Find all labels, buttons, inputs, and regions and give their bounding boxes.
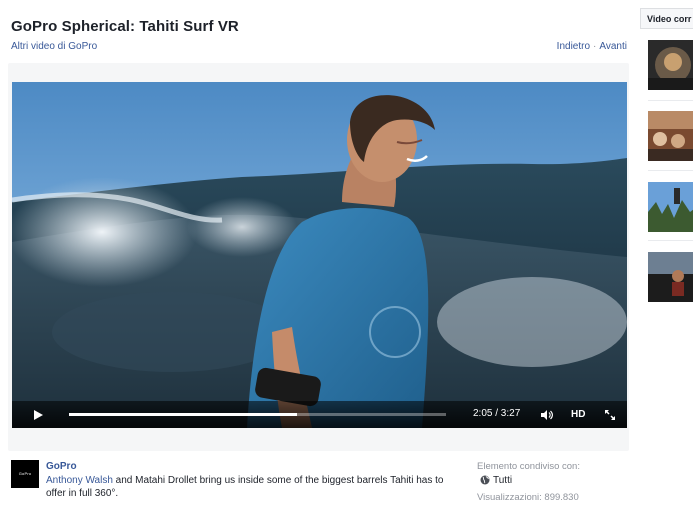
related-video-thumbnail[interactable]	[648, 252, 693, 302]
tagged-person-link[interactable]: Anthony Walsh	[46, 475, 113, 486]
sidebar-divider	[648, 100, 693, 101]
progress-bar-fill	[69, 413, 297, 416]
page-name-link[interactable]: GoPro	[46, 461, 77, 472]
related-video-thumbnail[interactable]	[648, 182, 693, 232]
video-description: Anthony Walsh and Matahi Drollet bring u…	[46, 474, 456, 500]
sidebar-header: Video corr	[640, 8, 693, 29]
related-videos-sidebar: Video corr	[640, 0, 693, 510]
video-permalink-page: GoPro Spherical: Tahiti Surf VR Altri vi…	[0, 0, 693, 510]
views-count: Visualizzazioni: 899.830	[477, 492, 579, 503]
video-title: GoPro Spherical: Tahiti Surf VR	[11, 18, 239, 35]
play-icon[interactable]	[32, 409, 44, 421]
thumbnail-image	[648, 182, 693, 232]
video-frame-image	[12, 82, 627, 428]
thumbnail-image	[648, 252, 693, 302]
avatar-logo-text: GoPro	[18, 471, 32, 476]
video-player[interactable]	[12, 82, 627, 428]
sidebar-divider	[648, 170, 693, 171]
thumbnail-image	[648, 40, 693, 90]
other-videos-link[interactable]: Altri video di GoPro	[11, 41, 97, 52]
fullscreen-icon[interactable]	[604, 409, 616, 421]
video-controls: 2:05 / 3:27 HD	[12, 401, 627, 428]
back-link[interactable]: Indietro	[557, 41, 590, 52]
page-avatar[interactable]: GoPro	[11, 460, 39, 488]
forward-link[interactable]: Avanti	[599, 41, 627, 52]
related-video-thumbnail[interactable]	[648, 111, 693, 161]
shared-with-label: Elemento condiviso con:	[477, 461, 580, 472]
nav-separator: ·	[593, 41, 597, 52]
volume-icon[interactable]	[540, 409, 554, 421]
sidebar-divider	[648, 240, 693, 241]
video-navigation: Indietro · Avanti	[557, 41, 627, 52]
globe-icon	[480, 475, 490, 485]
audience-selector: Tutti	[480, 475, 512, 486]
audience-label: Tutti	[493, 475, 513, 486]
related-video-thumbnail[interactable]	[648, 40, 693, 90]
time-display: 2:05 / 3:27	[473, 408, 521, 419]
thumbnail-image	[648, 111, 693, 161]
progress-bar[interactable]	[69, 413, 446, 416]
hd-button[interactable]: HD	[571, 409, 585, 420]
